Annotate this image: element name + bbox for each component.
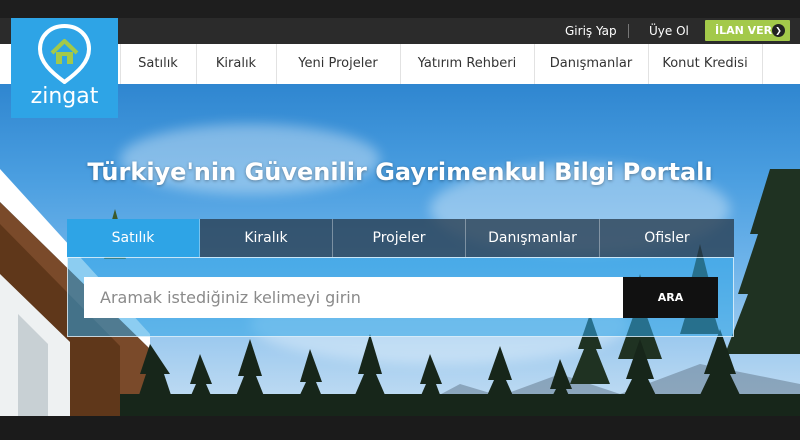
- tab-kiralik[interactable]: Kiralık: [200, 219, 333, 257]
- post-ad-label: İLAN VER: [715, 24, 773, 37]
- nav-item-danismanlar[interactable]: Danışmanlar: [534, 44, 648, 84]
- search-panel: ARA: [67, 257, 734, 337]
- hero-section: Türkiye'nin Güvenilir Gayrimenkul Bilgi …: [0, 84, 800, 416]
- utility-divider: [628, 24, 629, 38]
- logo-text: zingat: [30, 84, 99, 109]
- tab-satilik[interactable]: Satılık: [67, 219, 200, 257]
- tab-ofisler[interactable]: Ofisler: [600, 219, 734, 257]
- search-input[interactable]: [84, 277, 623, 318]
- zingat-logo[interactable]: zingat: [11, 18, 118, 118]
- top-black-bar: [0, 0, 800, 18]
- nav-item-satilik[interactable]: Satılık: [120, 44, 196, 84]
- main-nav: Satılık Kiralık Yeni Projeler Yatırım Re…: [0, 44, 800, 84]
- nav-item-konut-kredisi[interactable]: Konut Kredisi: [648, 44, 762, 84]
- location-pin-house-icon: [37, 23, 92, 84]
- nav-item-kiralik[interactable]: Kiralık: [196, 44, 276, 84]
- post-ad-button[interactable]: İLAN VER ❯: [705, 20, 790, 41]
- tab-danismanlar[interactable]: Danışmanlar: [466, 219, 600, 257]
- utility-bar: Giriş Yap Üye Ol: [0, 18, 800, 44]
- search-button[interactable]: ARA: [623, 277, 718, 318]
- search-tabs: Satılık Kiralık Projeler Danışmanlar Ofi…: [67, 219, 734, 257]
- bottom-dark-strip: [0, 416, 800, 440]
- register-link[interactable]: Üye Ol: [649, 23, 689, 39]
- nav-item-yatirim-rehberi[interactable]: Yatırım Rehberi: [400, 44, 534, 84]
- tab-projeler[interactable]: Projeler: [333, 219, 466, 257]
- nav-divider: [762, 44, 763, 84]
- arrow-right-icon: ❯: [772, 24, 785, 37]
- hero-title: Türkiye'nin Güvenilir Gayrimenkul Bilgi …: [87, 158, 713, 186]
- login-link[interactable]: Giriş Yap: [565, 23, 617, 39]
- nav-item-yeni-projeler[interactable]: Yeni Projeler: [276, 44, 400, 84]
